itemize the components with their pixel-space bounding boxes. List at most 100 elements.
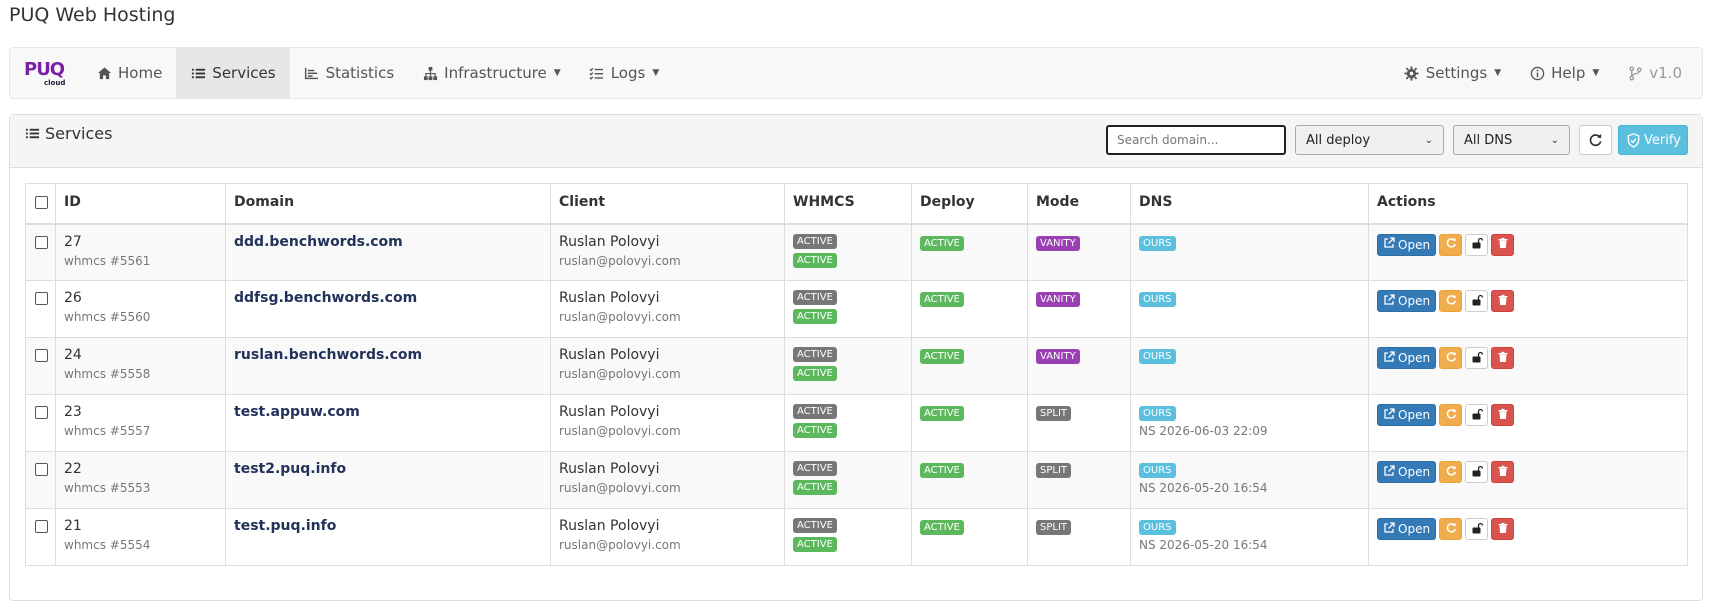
external-link-icon <box>1383 293 1395 309</box>
top-navbar: PUQ cloud Home Services Statistics Infra… <box>9 47 1703 99</box>
client-cell: Ruslan Polovyi ruslan@polovyi.com <box>550 337 785 395</box>
chevron-down-icon: ▼ <box>652 68 660 78</box>
row-checkbox[interactable] <box>35 463 48 476</box>
domain-link[interactable]: test.puq.info <box>234 518 336 534</box>
delete-button[interactable] <box>1491 461 1515 483</box>
nav-settings[interactable]: Settings ▼ <box>1390 48 1515 98</box>
unlock-button[interactable] <box>1465 233 1489 256</box>
header-whmcs[interactable]: WHMCS <box>784 183 912 225</box>
mode-badge: VANITY <box>1036 349 1080 364</box>
panel-title: Services <box>24 124 112 143</box>
whmcs-ref: whmcs #5561 <box>64 253 151 268</box>
list-icon <box>190 65 206 81</box>
row-checkbox[interactable] <box>35 406 48 419</box>
brand-logo[interactable]: PUQ cloud <box>14 48 82 98</box>
nav-logs[interactable]: Logs ▼ <box>575 48 674 98</box>
open-label: Open <box>1398 351 1431 365</box>
sync-button[interactable] <box>1439 461 1463 483</box>
domain-cell: test.appuw.com <box>225 394 551 452</box>
mode-cell: VANITY <box>1027 337 1131 395</box>
nav-home[interactable]: Home <box>82 48 176 98</box>
unlock-button[interactable] <box>1465 347 1489 369</box>
external-link-icon <box>1383 464 1395 480</box>
header-domain[interactable]: Domain <box>225 183 551 225</box>
domain-link[interactable]: ddfsg.benchwords.com <box>234 290 417 306</box>
delete-button[interactable] <box>1491 404 1515 426</box>
domain-link[interactable]: test2.puq.info <box>234 461 346 477</box>
unlock-icon <box>1471 294 1483 309</box>
delete-button[interactable] <box>1491 233 1515 256</box>
open-button[interactable]: Open <box>1377 290 1437 312</box>
unlock-button[interactable] <box>1465 404 1489 426</box>
refresh-button[interactable] <box>1579 125 1612 155</box>
deploy-status-badge: ACTIVE <box>920 520 964 535</box>
domain-link[interactable]: ddd.benchwords.com <box>234 234 403 250</box>
row-checkbox[interactable] <box>35 349 48 362</box>
domain-link[interactable]: test.appuw.com <box>234 404 360 420</box>
search-domain-input[interactable] <box>1106 125 1286 155</box>
open-button[interactable]: Open <box>1377 518 1437 540</box>
table-row: 22 whmcs #5553 test2.puq.info Ruslan Pol… <box>25 451 1688 509</box>
open-button[interactable]: Open <box>1377 347 1437 369</box>
row-checkbox[interactable] <box>35 520 48 533</box>
header-mode[interactable]: Mode <box>1027 183 1131 225</box>
deploy-filter-select[interactable]: All deploy ⌄ <box>1295 125 1444 155</box>
sync-button[interactable] <box>1439 290 1463 312</box>
unlock-button[interactable] <box>1465 461 1489 483</box>
delete-button[interactable] <box>1491 518 1515 540</box>
whmcs-status-badge: ACTIVE <box>793 404 837 419</box>
dns-filter-select[interactable]: All DNS ⌄ <box>1453 125 1570 155</box>
delete-button[interactable] <box>1491 347 1515 369</box>
client-cell: Ruslan Polovyi ruslan@polovyi.com <box>550 280 785 338</box>
header-id[interactable]: ID <box>55 183 226 225</box>
domain-link[interactable]: ruslan.benchwords.com <box>234 347 422 363</box>
nav-version[interactable]: v1.0 <box>1613 48 1696 98</box>
nav-help[interactable]: Help ▼ <box>1515 48 1613 98</box>
unlock-icon <box>1471 351 1483 366</box>
header-client[interactable]: Client <box>550 183 785 225</box>
unlock-button[interactable] <box>1465 518 1489 540</box>
table-row: 24 whmcs #5558 ruslan.benchwords.com Rus… <box>25 337 1688 395</box>
delete-button[interactable] <box>1491 290 1515 312</box>
row-select-cell <box>25 337 56 395</box>
deploy-cell: ACTIVE <box>911 451 1028 509</box>
table-row: 27 whmcs #5561 ddd.benchwords.com Ruslan… <box>25 223 1688 281</box>
dns-cell: OURS NS 2026-05-20 16:54 <box>1130 508 1369 566</box>
sync-button[interactable] <box>1439 347 1463 369</box>
header-deploy[interactable]: Deploy <box>911 183 1028 225</box>
whmcs-status-badge: ACTIVE <box>793 423 837 438</box>
whmcs-status-badge: ACTIVE <box>793 461 837 476</box>
chevron-down-icon: ⌄ <box>1550 134 1559 146</box>
open-button[interactable]: Open <box>1377 461 1437 483</box>
dns-badge: OURS <box>1139 292 1176 307</box>
service-id: 22 <box>64 461 82 477</box>
row-select-cell <box>25 451 56 509</box>
external-link-icon <box>1383 350 1395 366</box>
nav-infrastructure[interactable]: Infrastructure ▼ <box>408 48 575 98</box>
sync-button[interactable] <box>1439 404 1463 426</box>
actions-cell: Open <box>1368 223 1688 281</box>
sync-icon <box>1445 351 1457 366</box>
whmcs-ref: whmcs #5553 <box>64 481 151 495</box>
info-circle-icon <box>1529 65 1545 81</box>
mode-cell: SPLIT <box>1027 394 1131 452</box>
refresh-icon <box>1588 132 1604 148</box>
header-dns[interactable]: DNS <box>1130 183 1369 225</box>
unlock-button[interactable] <box>1465 290 1489 312</box>
dns-badge: OURS <box>1139 463 1176 478</box>
checklist-icon <box>589 65 605 81</box>
domain-cell: ddd.benchwords.com <box>225 223 551 281</box>
whmcs-ref: whmcs #5557 <box>64 424 151 438</box>
nav-services[interactable]: Services <box>176 48 290 98</box>
sync-icon <box>1445 294 1457 309</box>
select-all-checkbox[interactable] <box>35 196 48 209</box>
nav-statistics[interactable]: Statistics <box>290 48 409 98</box>
deploy-status-badge: ACTIVE <box>920 463 964 478</box>
open-button[interactable]: Open <box>1377 404 1437 426</box>
open-button[interactable]: Open <box>1377 233 1437 256</box>
sync-button[interactable] <box>1439 233 1463 256</box>
row-checkbox[interactable] <box>35 235 48 249</box>
verify-button[interactable]: Verify <box>1618 125 1688 155</box>
sync-button[interactable] <box>1439 518 1463 540</box>
row-checkbox[interactable] <box>35 292 48 305</box>
